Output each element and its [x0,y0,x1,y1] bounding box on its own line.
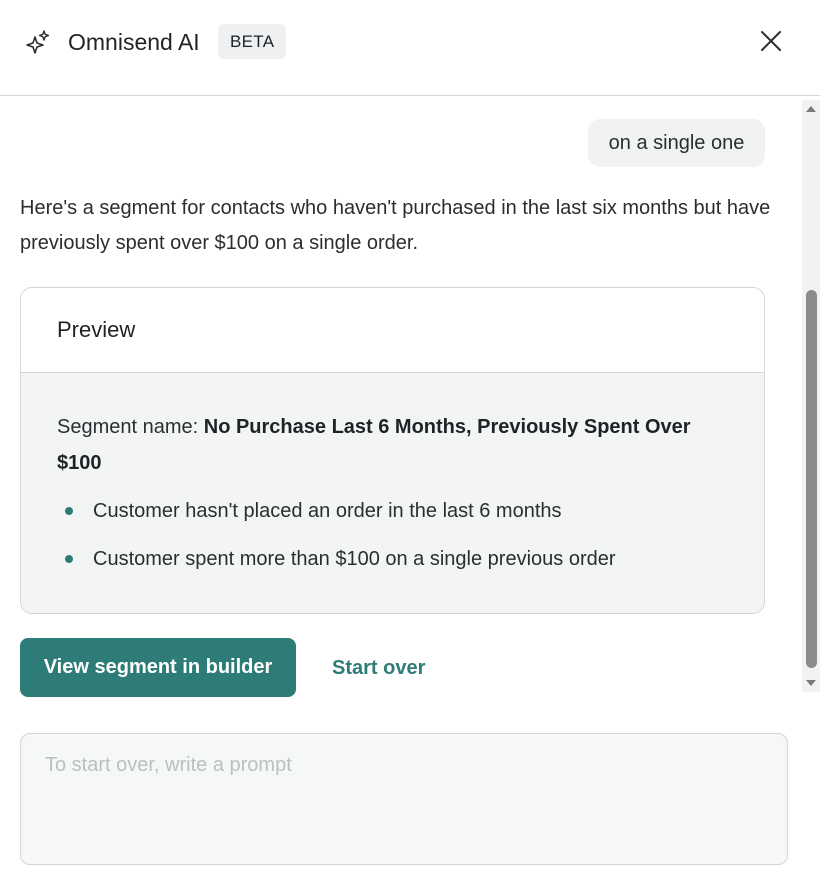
app-title: Omnisend AI [68,29,200,55]
preview-title: Preview [57,317,136,342]
segment-name-line: Segment name: No Purchase Last 6 Months,… [57,409,717,481]
scroll-thumb[interactable] [806,290,817,668]
user-message-bubble: on a single one [588,119,765,167]
ai-message: Here's a segment for contacts who haven'… [20,197,771,254]
preview-header: Preview [21,288,764,373]
scroll-down-arrow-icon[interactable] [802,676,820,690]
bullet-dot-icon [65,507,73,515]
beta-badge: BETA [218,24,287,59]
preview-body: Segment name: No Purchase Last 6 Months,… [21,373,764,613]
segment-preview-card: Preview Segment name: No Purchase Last 6… [20,287,765,614]
start-over-link[interactable]: Start over [332,654,425,682]
close-icon[interactable] [756,26,786,56]
segment-rule-text: Customer hasn't placed an order in the l… [93,500,562,522]
bullet-dot-icon [65,555,73,563]
segment-name-label: Segment name: [57,416,204,438]
segment-rule-text: Customer spent more than $100 on a singl… [93,548,616,570]
chat-scrollbar[interactable] [802,100,820,692]
panel-header: Omnisend AI BETA [0,0,820,96]
prompt-input[interactable] [20,733,788,865]
scroll-up-arrow-icon[interactable] [802,102,820,116]
sparkle-icon [26,30,50,54]
view-segment-in-builder-button[interactable]: View segment in builder [20,638,296,697]
omnisend-ai-panel: Omnisend AI BETA on a single one Here's … [0,0,820,892]
